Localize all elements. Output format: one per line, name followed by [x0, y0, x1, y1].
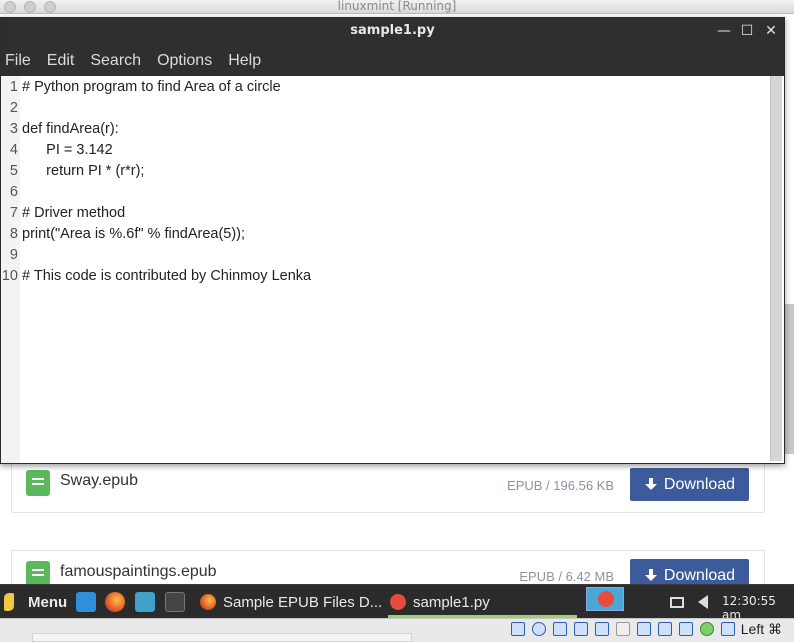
text-editor-icon	[390, 594, 406, 610]
menu-edit[interactable]: Edit	[47, 52, 75, 70]
workspace-app-icon	[598, 591, 614, 607]
taskbar-window-label: sample1.py	[413, 593, 490, 611]
line-number: 4	[9, 142, 18, 158]
host-status-bar: Left ⌘	[0, 618, 794, 642]
line-number: 1	[9, 79, 18, 95]
keyboard-capture-icon[interactable]	[721, 622, 735, 636]
hard-disk-icon[interactable]	[511, 622, 525, 636]
editor-scrollbar[interactable]	[770, 76, 782, 461]
code-text: # Driver method	[22, 205, 126, 221]
code-editor[interactable]: 1 # Python program to find Area of a circ…	[1, 76, 784, 463]
host-key-label: Left ⌘	[740, 621, 782, 637]
home-folder-icon	[135, 592, 155, 612]
code-text: # This code is contributed by Chinmoy Le…	[22, 268, 312, 284]
file-name[interactable]: famouspaintings.epub	[60, 563, 217, 581]
code-text: PI = 3.142	[22, 142, 113, 158]
line-number: 3	[9, 121, 18, 137]
download-button-label: Download	[663, 475, 736, 493]
optical-drive-icon[interactable]	[532, 622, 546, 636]
display-settings-icon[interactable]	[637, 622, 651, 636]
download-icon	[644, 568, 658, 583]
host-window-title: linuxmint [Running]	[337, 0, 457, 13]
display-icon	[670, 596, 684, 608]
video-capture-icon[interactable]	[658, 622, 672, 636]
line-number: 8	[9, 226, 18, 242]
editor-title-bar[interactable]: sample1.py — ☐ ✕	[1, 18, 784, 46]
menu-file[interactable]: File	[5, 52, 31, 70]
menu-button-label: Menu	[28, 593, 68, 611]
volume-icon	[698, 595, 708, 609]
file-name[interactable]: Sway.epub	[60, 472, 138, 490]
mouse-integration-icon[interactable]	[700, 622, 714, 636]
maximize-icon[interactable]: ☐	[738, 22, 756, 40]
terminal-launcher[interactable]	[165, 585, 185, 619]
network-icon[interactable]	[574, 622, 588, 636]
download-button[interactable]: Download	[630, 468, 749, 501]
file-meta: EPUB / 196.56 KB	[507, 478, 614, 493]
mint-menu-icon	[4, 593, 14, 611]
firefox-icon	[200, 594, 216, 610]
taskbar-window-browser[interactable]: Sample EPUB Files D...	[200, 585, 382, 619]
shared-folders-icon[interactable]	[616, 622, 630, 636]
host-title-bar: linuxmint [Running]	[0, 0, 794, 14]
editor-menu-bar: File Edit Search Options Help	[1, 46, 784, 76]
line-number: 10	[1, 268, 18, 284]
file-meta: EPUB / 6.42 MB	[519, 569, 614, 584]
editor-title: sample1.py	[350, 23, 435, 38]
code-text: # Python program to find Area of a circl…	[22, 79, 281, 95]
line-number: 5	[9, 163, 18, 179]
volume-applet[interactable]	[698, 585, 708, 619]
firefox-icon	[105, 592, 125, 612]
editor-window: sample1.py — ☐ ✕ File Edit Search Option…	[0, 17, 785, 464]
taskbar-window-editor[interactable]: sample1.py	[390, 585, 490, 619]
line-number: 6	[9, 184, 18, 200]
close-icon[interactable]: ✕	[762, 22, 780, 40]
terminal-icon	[165, 592, 185, 612]
files-launcher[interactable]	[135, 585, 155, 619]
taskbar: Menu Sample EPUB Files D... sample1.py 1…	[0, 584, 794, 622]
epub-file-icon	[26, 470, 50, 496]
line-number: 2	[9, 100, 18, 116]
notifications-applet[interactable]	[670, 585, 684, 619]
firefox-launcher[interactable]	[105, 585, 125, 619]
file-card: Sway.epub EPUB / 196.56 KB Download	[11, 459, 765, 513]
show-desktop-launcher[interactable]	[76, 585, 96, 619]
line-number: 9	[9, 247, 18, 263]
virtualization-icon[interactable]	[679, 622, 693, 636]
code-text: def findArea(r):	[22, 121, 119, 137]
browser-scrollbar[interactable]	[784, 304, 794, 454]
code-text: return PI * (r*r);	[22, 163, 145, 179]
workspace-switcher[interactable]	[586, 587, 624, 611]
desktop-icon	[76, 592, 96, 612]
minimize-icon[interactable]: —	[715, 22, 733, 40]
line-number: 7	[9, 205, 18, 221]
taskbar-window-label: Sample EPUB Files D...	[223, 593, 383, 611]
download-button-label: Download	[663, 566, 736, 584]
audio-icon[interactable]	[553, 622, 567, 636]
code-text: print("Area is %.6f" % findArea(5));	[22, 226, 246, 242]
download-icon	[644, 477, 658, 492]
menu-button[interactable]: Menu	[4, 585, 67, 619]
menu-search[interactable]: Search	[90, 52, 141, 70]
menu-options[interactable]: Options	[157, 52, 212, 70]
usb-icon[interactable]	[595, 622, 609, 636]
menu-help[interactable]: Help	[228, 52, 261, 70]
